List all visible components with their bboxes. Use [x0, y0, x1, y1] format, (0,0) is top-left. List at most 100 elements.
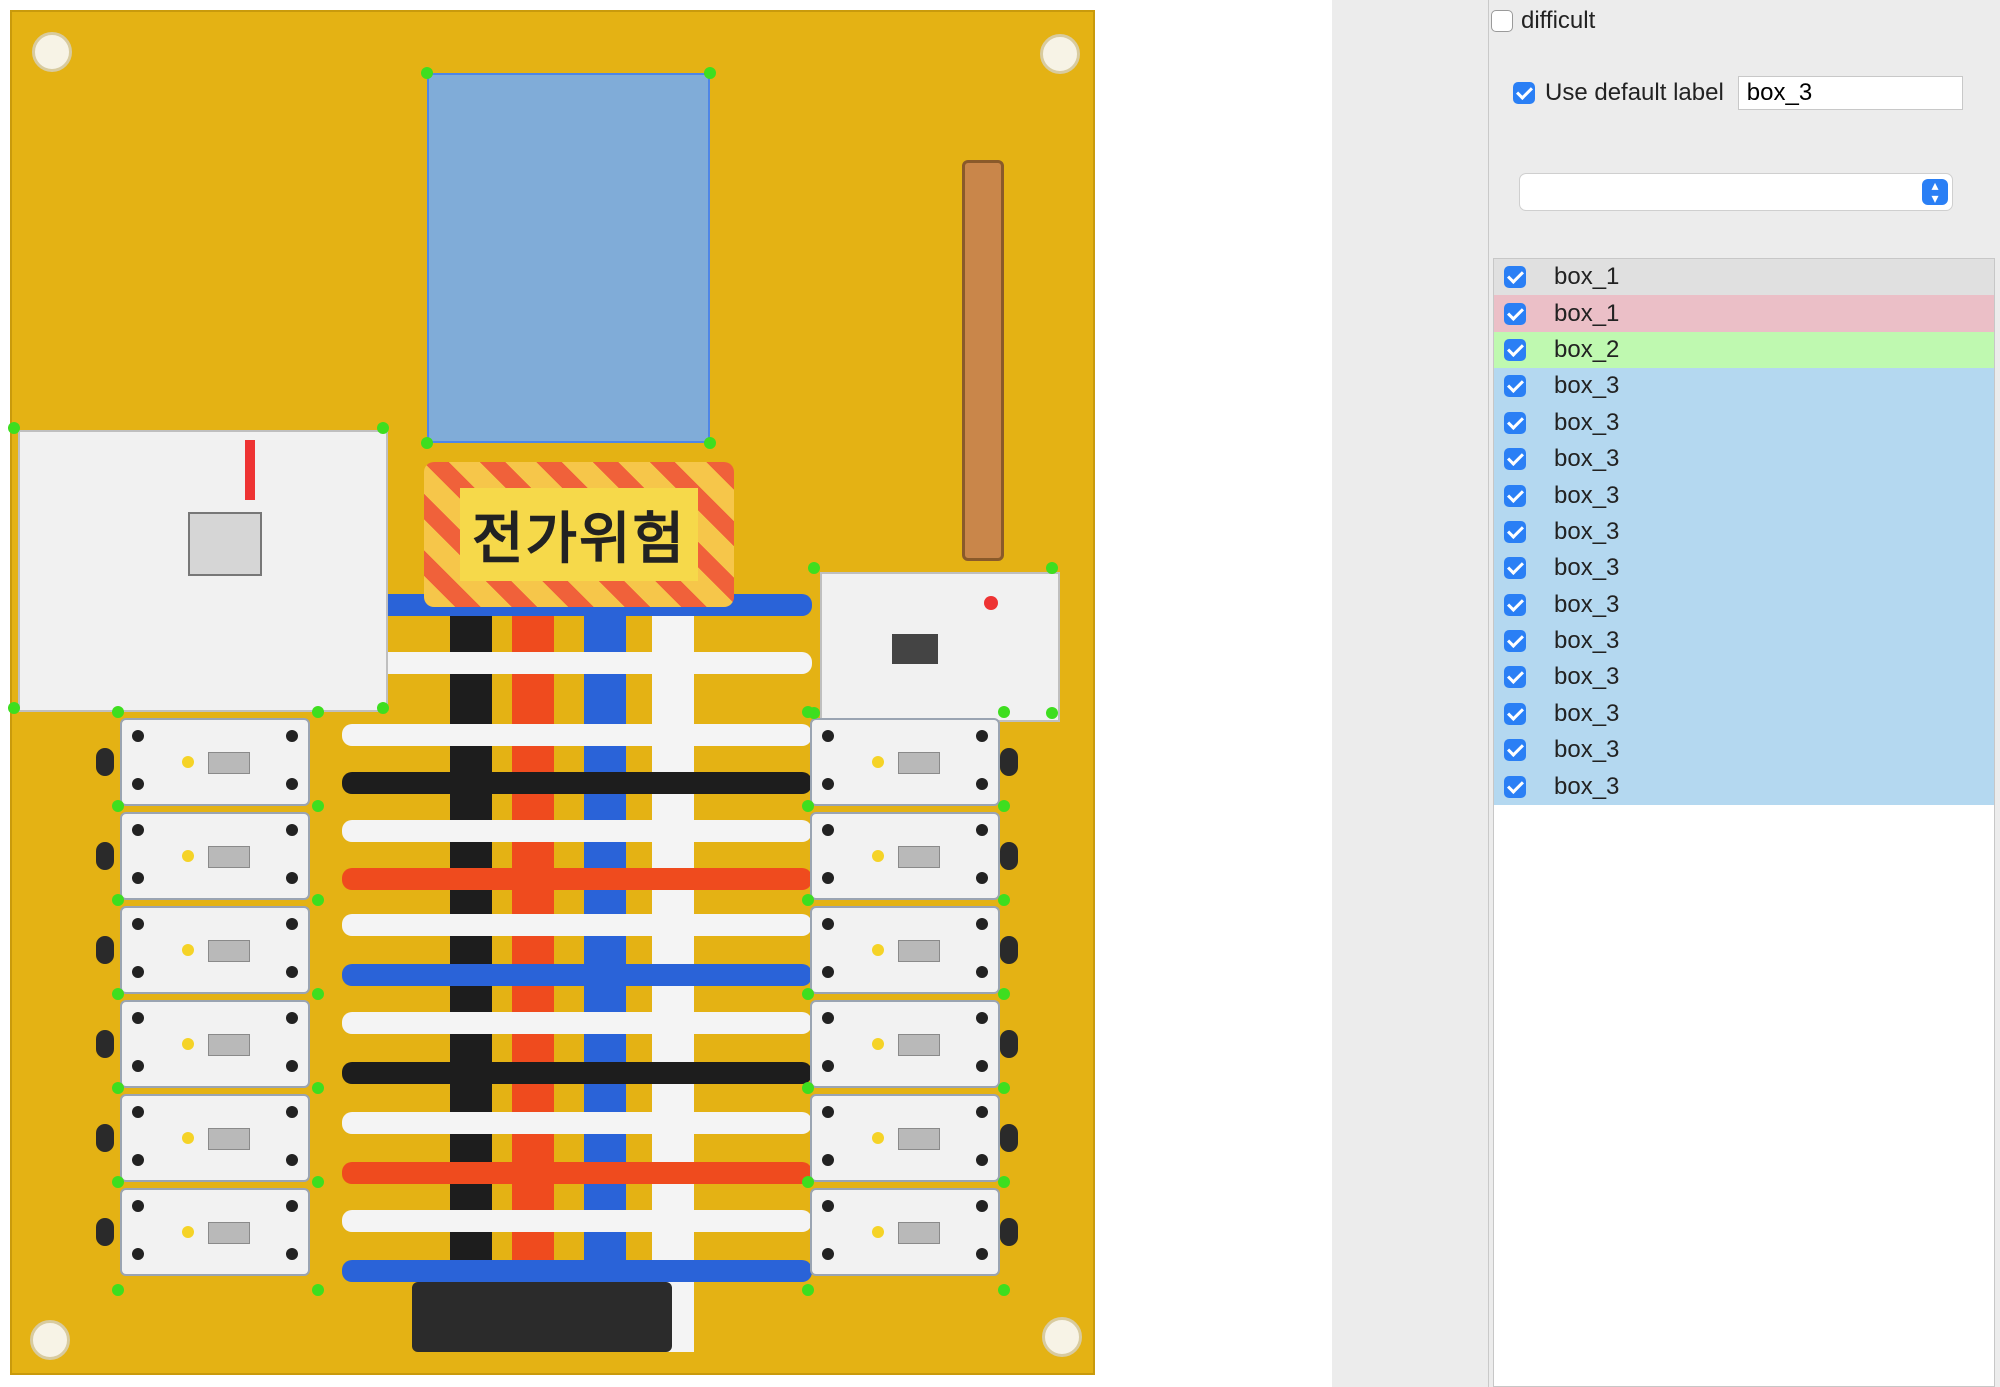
label-visibility-checkbox[interactable]	[1504, 702, 1526, 725]
selected-bounding-box[interactable]	[427, 73, 710, 443]
vertex-handle[interactable]	[312, 894, 324, 906]
vertex-handle[interactable]	[802, 706, 814, 718]
label-list-item[interactable]: box_3	[1494, 586, 1994, 623]
vertex-handle[interactable]	[998, 1176, 1010, 1188]
label-visibility-checkbox[interactable]	[1504, 411, 1526, 434]
vertex-handle[interactable]	[808, 562, 820, 574]
terminal-screw	[976, 966, 988, 978]
label-visibility-checkbox[interactable]	[1504, 338, 1526, 361]
vertex-handle[interactable]	[8, 702, 20, 714]
label-list-item[interactable]: box_3	[1494, 440, 1994, 478]
screw-hole	[32, 32, 72, 72]
image-canvas[interactable]: 전가위험	[0, 0, 1332, 1387]
vertex-handle[interactable]	[802, 800, 814, 812]
default-label-input[interactable]	[1737, 76, 1963, 110]
mounting-clip	[1000, 1124, 1018, 1152]
mounting-clip	[96, 748, 114, 776]
label-list-item[interactable]: box_3	[1494, 659, 1994, 696]
label-visibility-checkbox[interactable]	[1504, 630, 1526, 653]
vertex-handle[interactable]	[312, 1176, 324, 1188]
label-list-item[interactable]: box_3	[1494, 404, 1994, 441]
main-breaker-left	[18, 430, 388, 712]
label-visibility-checkbox[interactable]	[1504, 302, 1526, 325]
vertex-handle[interactable]	[112, 988, 124, 1000]
indicator-light	[182, 756, 194, 768]
vertex-handle[interactable]	[421, 437, 433, 449]
label-visibility-checkbox[interactable]	[1504, 593, 1526, 616]
label-list-item-text: box_3	[1554, 517, 1620, 545]
vertex-handle[interactable]	[802, 988, 814, 1000]
use-default-label-checkbox[interactable]	[1513, 82, 1535, 104]
vertex-handle[interactable]	[112, 1284, 124, 1296]
vertex-handle[interactable]	[998, 1284, 1010, 1296]
label-list-item[interactable]: box_3	[1494, 768, 1994, 805]
label-list-item[interactable]: box_3	[1494, 477, 1994, 514]
use-default-label-text: Use default label	[1545, 79, 1724, 106]
label-visibility-checkbox[interactable]	[1504, 520, 1526, 543]
vertex-handle[interactable]	[312, 800, 324, 812]
mounting-clip	[96, 842, 114, 870]
vertex-handle[interactable]	[112, 1176, 124, 1188]
strap	[342, 1062, 812, 1084]
label-list-item[interactable]: box_1	[1494, 259, 1994, 296]
terminal-screw	[822, 918, 834, 930]
vertex-handle[interactable]	[1046, 707, 1058, 719]
vertex-handle[interactable]	[1046, 562, 1058, 574]
vertex-handle[interactable]	[802, 1082, 814, 1094]
vertex-handle[interactable]	[802, 1284, 814, 1296]
vertex-handle[interactable]	[998, 988, 1010, 1000]
vertex-handle[interactable]	[312, 988, 324, 1000]
difficult-checkbox[interactable]	[1491, 10, 1513, 32]
strap	[342, 820, 812, 842]
label-dropdown[interactable]: ▴ ▾	[1519, 173, 1953, 211]
terminal-screw	[822, 824, 834, 836]
label-visibility-checkbox[interactable]	[1504, 666, 1526, 689]
terminal-screw	[286, 872, 298, 884]
label-list-item[interactable]: box_3	[1494, 513, 1994, 551]
vertex-handle[interactable]	[421, 67, 433, 79]
label-list-item[interactable]: box_1	[1494, 295, 1994, 332]
difficult-row[interactable]: difficult	[1491, 6, 1595, 36]
vertex-handle[interactable]	[802, 1176, 814, 1188]
vertex-handle[interactable]	[312, 1082, 324, 1094]
strap	[342, 914, 812, 936]
vertex-handle[interactable]	[802, 894, 814, 906]
label-list-item-text: box_3	[1554, 408, 1620, 436]
vertex-handle[interactable]	[998, 800, 1010, 812]
vertex-handle[interactable]	[704, 437, 716, 449]
terminal-screw	[822, 1106, 834, 1118]
vertex-handle[interactable]	[112, 894, 124, 906]
vertex-handle[interactable]	[377, 422, 389, 434]
label-list-item[interactable]: box_3	[1494, 622, 1994, 660]
label-list-item[interactable]: box_3	[1494, 368, 1994, 405]
vertex-handle[interactable]	[704, 67, 716, 79]
label-list-item[interactable]: box_3	[1494, 732, 1994, 769]
label-list-item[interactable]: box_2	[1494, 331, 1994, 369]
terminal-screw	[286, 730, 298, 742]
breaker-label-strip	[245, 440, 255, 500]
label-visibility-checkbox[interactable]	[1504, 266, 1526, 289]
vertex-handle[interactable]	[8, 422, 20, 434]
dropdown-stepper-icon[interactable]: ▴ ▾	[1922, 178, 1948, 205]
vertex-handle[interactable]	[377, 702, 389, 714]
label-visibility-checkbox[interactable]	[1504, 484, 1526, 507]
strap	[342, 1112, 812, 1134]
label-list-item[interactable]: box_3	[1494, 695, 1994, 733]
label-visibility-checkbox[interactable]	[1504, 375, 1526, 398]
vertex-handle[interactable]	[312, 1284, 324, 1296]
label-visibility-checkbox[interactable]	[1504, 775, 1526, 798]
vertex-handle[interactable]	[998, 706, 1010, 718]
label-list-item-text: box_3	[1554, 772, 1620, 800]
vertex-handle[interactable]	[998, 1082, 1010, 1094]
label-visibility-checkbox[interactable]	[1504, 739, 1526, 762]
vertex-handle[interactable]	[112, 706, 124, 718]
label-list-item[interactable]: box_3	[1494, 550, 1994, 587]
label-list[interactable]: box_1 box_1 box_2 box_3 box_3 box_3 box_3 box_3…	[1493, 258, 1995, 1387]
indicator-light	[872, 850, 884, 862]
vertex-handle[interactable]	[998, 894, 1010, 906]
label-visibility-checkbox[interactable]	[1504, 557, 1526, 580]
vertex-handle[interactable]	[312, 706, 324, 718]
vertex-handle[interactable]	[112, 1082, 124, 1094]
label-visibility-checkbox[interactable]	[1504, 448, 1526, 471]
vertex-handle[interactable]	[112, 800, 124, 812]
